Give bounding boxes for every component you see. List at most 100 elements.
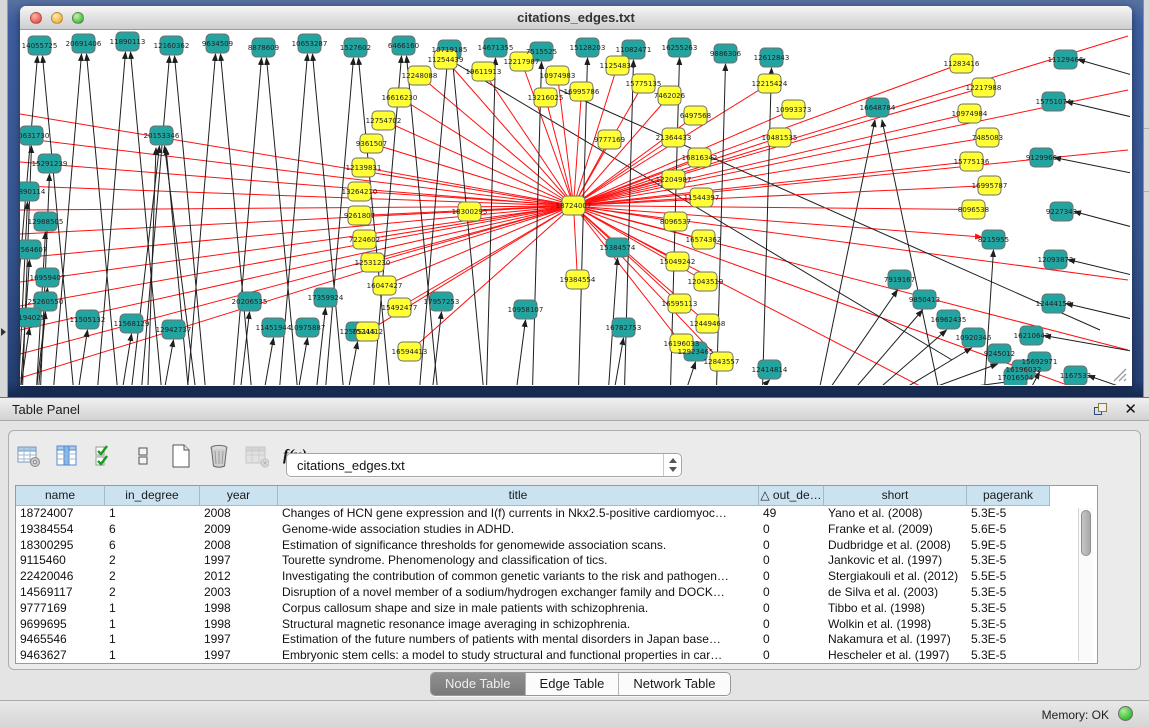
black-edge[interactable] <box>830 290 898 385</box>
table-cell[interactable]: 1 <box>105 601 200 617</box>
red-edge[interactable] <box>574 92 582 206</box>
table-row[interactable]: 946554611997Estimation of the future num… <box>16 632 1097 648</box>
table-cell[interactable]: 2 <box>105 585 200 601</box>
table-cell[interactable]: 19384554 <box>16 522 105 538</box>
column-header-name[interactable]: name <box>16 486 105 506</box>
new-table-icon[interactable] <box>169 444 193 468</box>
panel-collapse-arrow-icon[interactable] <box>1 328 6 336</box>
table-scrollbar[interactable] <box>1078 508 1093 661</box>
table-row[interactable]: 911546021997Tourette syndrome. Phenomeno… <box>16 553 1097 569</box>
resize-grip-icon[interactable] <box>1111 366 1127 382</box>
table-row[interactable]: 969969511998Structural magnetic resonanc… <box>16 617 1097 633</box>
table-cell[interactable]: Hescheler et al. (1997) <box>824 648 967 664</box>
tab-edge-table[interactable]: Edge Table <box>526 673 620 695</box>
red-edge[interactable] <box>20 114 573 206</box>
black-edge[interactable] <box>717 64 726 385</box>
black-edge[interactable] <box>1066 304 1130 320</box>
table-cell[interactable]: 2009 <box>200 522 278 538</box>
black-edge[interactable] <box>1066 102 1130 118</box>
table-cell[interactable]: 2012 <box>200 569 278 585</box>
scrollbar-thumb[interactable] <box>1081 510 1091 556</box>
table-cell[interactable]: 1997 <box>200 632 278 648</box>
table-cell[interactable]: Structural magnetic resonance image aver… <box>278 617 759 633</box>
citation-network-graph[interactable]: 1872400714055725206914061189011312160362… <box>20 30 1130 385</box>
table-cell[interactable]: 1998 <box>200 617 278 633</box>
black-edge[interactable] <box>188 54 216 385</box>
black-edge[interactable] <box>985 250 994 385</box>
table-cell[interactable]: 18300295 <box>16 538 105 554</box>
column-header-pagerank[interactable]: pagerank <box>967 486 1050 506</box>
table-cell[interactable]: Estimation of the future numbers of pati… <box>278 632 759 648</box>
table-cell[interactable]: 0 <box>759 585 824 601</box>
red-edge[interactable] <box>574 114 970 206</box>
network-canvas[interactable]: 1872400714055725206914061189011312160362… <box>20 30 1130 385</box>
table-cell[interactable]: 0 <box>759 617 824 633</box>
black-edge[interactable] <box>165 340 174 385</box>
red-edge[interactable] <box>573 206 1128 280</box>
black-edge[interactable] <box>420 60 448 385</box>
table-cell[interactable]: 6 <box>105 522 200 538</box>
table-cell[interactable]: 2 <box>105 569 200 585</box>
black-edge[interactable] <box>1044 336 1130 352</box>
table-cell[interactable]: Changes of HCN gene expression and I(f) … <box>278 506 759 522</box>
table-cell[interactable]: 1997 <box>200 553 278 569</box>
table-cell[interactable]: 2 <box>105 553 200 569</box>
delete-table-icon[interactable] <box>207 444 231 468</box>
table-cell[interactable]: 5.9E-5 <box>967 538 1050 554</box>
table-cell[interactable]: 1 <box>105 648 200 664</box>
select-rows-icon[interactable] <box>93 444 117 468</box>
table-cell[interactable]: 9465546 <box>16 632 105 648</box>
table-cell[interactable]: 1 <box>105 617 200 633</box>
table-cell[interactable]: 2003 <box>200 585 278 601</box>
column-header-year[interactable]: year <box>200 486 278 506</box>
table-cell[interactable]: 1998 <box>200 601 278 617</box>
black-edge[interactable] <box>615 338 624 385</box>
table-cell[interactable]: 0 <box>759 601 824 617</box>
table-cell[interactable]: 5.3E-5 <box>967 553 1050 569</box>
table-row[interactable]: 1938455462009Genome-wide association stu… <box>16 522 1097 538</box>
black-edge[interactable] <box>165 146 196 385</box>
table-cell[interactable]: Estimation of significance thresholds fo… <box>278 538 759 554</box>
row-height-icon[interactable] <box>131 444 155 468</box>
table-cell[interactable]: Jankovic et al. (1997) <box>824 553 967 569</box>
table-cell[interactable]: 22420046 <box>16 569 105 585</box>
table-cell[interactable]: 5.3E-5 <box>967 601 1050 617</box>
table-cell[interactable]: Stergiakouli et al. (2012) <box>824 569 967 585</box>
column-header-short[interactable]: short <box>824 486 967 506</box>
tab-network-table[interactable]: Network Table <box>619 673 729 695</box>
black-edge[interactable] <box>132 146 160 385</box>
table-cell[interactable]: de Silva et al. (2003) <box>824 585 967 601</box>
black-edge[interactable] <box>349 342 358 385</box>
black-edge[interactable] <box>560 90 1100 330</box>
table-cell[interactable]: 14569117 <box>16 585 105 601</box>
table-cell[interactable]: Corpus callosum shape and size in male p… <box>278 601 759 617</box>
table-cell[interactable]: 9463627 <box>16 648 105 664</box>
tab-node-table[interactable]: Node Table <box>431 673 526 695</box>
black-edge[interactable] <box>855 310 923 385</box>
table-cell[interactable]: Tourette syndrome. Phenomenology and cla… <box>278 553 759 569</box>
red-edge[interactable] <box>574 206 578 280</box>
table-settings-icon[interactable] <box>17 444 41 468</box>
table-cell[interactable]: 9699695 <box>16 617 105 633</box>
table-cell[interactable]: Yano et al. (2008) <box>824 506 967 522</box>
close-panel-icon[interactable]: ✕ <box>1124 400 1137 418</box>
table-cell[interactable]: 0 <box>759 538 824 554</box>
table-cell[interactable]: Embryonic stem cells: a model to study s… <box>278 648 759 664</box>
table-cell[interactable]: 5.3E-5 <box>967 506 1050 522</box>
table-cell[interactable]: 18724007 <box>16 506 105 522</box>
black-edge[interactable] <box>123 334 132 385</box>
table-cell[interactable]: 9115460 <box>16 553 105 569</box>
table-cell[interactable]: 1997 <box>200 648 278 664</box>
table-cell[interactable]: Investigating the contribution of common… <box>278 569 759 585</box>
table-row[interactable]: 977716911998Corpus callosum shape and si… <box>16 601 1097 617</box>
table-cell[interactable]: Tibbo et al. (1998) <box>824 601 967 617</box>
table-cell[interactable]: Nakamura et al. (1997) <box>824 632 967 648</box>
table-row[interactable]: 2242004622012Investigating the contribut… <box>16 569 1097 585</box>
table-cell[interactable]: Disruption of a novel member of a sodium… <box>278 585 759 601</box>
table-cell[interactable]: 0 <box>759 522 824 538</box>
table-cell[interactable]: 5.6E-5 <box>967 522 1050 538</box>
table-cell[interactable]: 2008 <box>200 538 278 554</box>
table-row[interactable]: 1456911722003Disruption of a novel membe… <box>16 585 1097 601</box>
table-cell[interactable]: 5.5E-5 <box>967 569 1050 585</box>
table-cell[interactable]: 1 <box>105 632 200 648</box>
